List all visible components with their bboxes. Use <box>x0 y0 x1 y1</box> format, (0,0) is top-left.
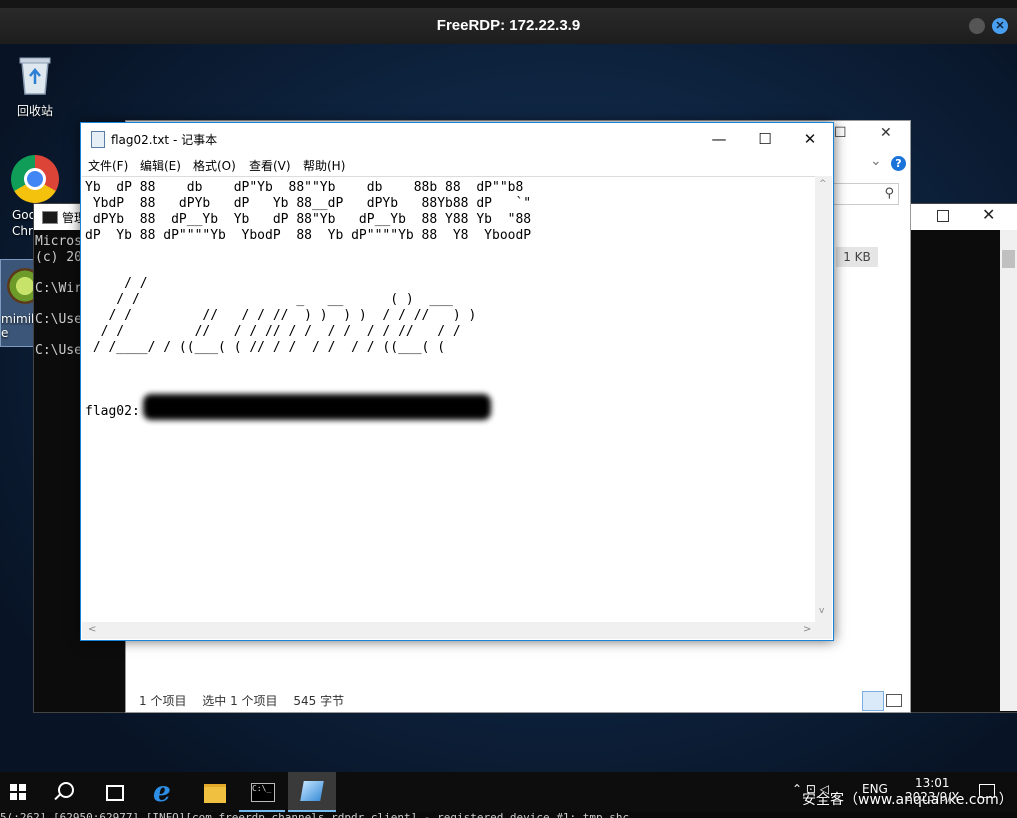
cmd-app-icon <box>42 211 58 224</box>
notepad-menubar: 文件(F) 编辑(E) 格式(O) 查看(V) 帮助(H) <box>81 154 833 176</box>
scroll-left-arrow-icon[interactable]: < <box>88 624 96 635</box>
notepad-titlebar[interactable]: flag02.txt - 记事本 — ☐ ✕ <box>81 123 833 154</box>
menu-format[interactable]: 格式(O) <box>193 157 236 174</box>
notepad-close-button[interactable]: ✕ <box>787 126 833 152</box>
notepad-window[interactable]: flag02.txt - 记事本 — ☐ ✕ 文件(F) 编辑(E) 格式(O)… <box>80 122 834 641</box>
recycle-bin-icon <box>19 57 51 95</box>
details-view-button[interactable] <box>862 691 884 711</box>
ribbon-expand-chevron-icon[interactable]: ⌄ <box>870 153 882 169</box>
cmd-maximize-button[interactable] <box>937 210 949 222</box>
redacted-flag-value <box>143 394 491 420</box>
explorer-search-input[interactable]: ⚲ <box>833 183 899 205</box>
freerdp-close-button[interactable]: ✕ <box>992 18 1008 34</box>
host-top-strip <box>0 0 1017 8</box>
explorer-close-button[interactable]: ✕ <box>880 125 892 141</box>
taskbar-search-icon[interactable] <box>58 782 74 798</box>
watermark-text: 安全客（www.anquanke.com） <box>802 792 1013 808</box>
menu-view[interactable]: 查看(V) <box>249 157 291 174</box>
freerdp-title: FreeRDP: 172.22.3.9 <box>436 17 581 34</box>
notepad-minimize-button[interactable]: — <box>696 126 742 152</box>
status-item-count: 1 个项目 <box>139 694 187 708</box>
freerdp-titlebar: FreeRDP: 172.22.3.9 ✕ <box>0 8 1017 44</box>
cmd-taskbar-icon: C:\_ <box>251 783 275 802</box>
notepad-maximize-button[interactable]: ☐ <box>742 126 788 152</box>
host-terminal-log: 5(:262] [62950:62977] [INFO][com.freerdp… <box>0 812 1017 818</box>
desktop-icon-recycle-bin[interactable]: 回收站 <box>2 52 68 119</box>
scroll-down-arrow-icon[interactable]: v <box>819 606 824 616</box>
notepad-taskbar-icon <box>300 781 324 801</box>
taskbar-notepad-button[interactable] <box>288 772 336 812</box>
file-size-cell: 1 KB <box>836 247 878 267</box>
cmd-close-button[interactable]: ✕ <box>982 205 995 224</box>
chrome-icon <box>11 155 59 203</box>
freerdp-minimize-button[interactable] <box>969 18 985 34</box>
explorer-status-bar: 1 个项目 选中 1 个项目 545 字节 <box>139 692 356 709</box>
menu-file[interactable]: 文件(F) <box>88 157 128 174</box>
cmd-console-text: Micros (c) 20 C:\Wir C:\Use C:\Use <box>35 234 82 358</box>
start-button[interactable] <box>0 772 48 812</box>
notepad-app-icon <box>91 131 105 148</box>
large-icons-view-button[interactable] <box>886 694 902 707</box>
scroll-right-arrow-icon[interactable]: > <box>803 624 811 635</box>
recycle-bin-label: 回收站 <box>16 104 53 118</box>
help-icon[interactable]: ? <box>891 156 906 171</box>
scroll-up-arrow-icon[interactable]: ^ <box>819 179 827 189</box>
notepad-content: Yb dP 88 db dP"Yb 88""Yb db 88b 88 dP""b… <box>85 180 532 419</box>
status-selected-count: 选中 1 个项目 <box>202 694 278 708</box>
clock-time: 13:01 <box>914 776 950 790</box>
notepad-vertical-scrollbar[interactable]: ^ v <box>815 176 832 622</box>
status-selected-bytes: 545 字节 <box>293 694 345 708</box>
notepad-size-grip[interactable] <box>815 622 832 639</box>
search-icon: ⚲ <box>884 186 894 201</box>
file-explorer-icon[interactable] <box>204 784 226 803</box>
desktop-background: FreeRDP: 172.22.3.9 ✕ 回收站 Goo Chro mimik… <box>0 0 1017 818</box>
windows-logo-icon <box>10 784 26 800</box>
cmd-scrollbar[interactable] <box>1000 230 1017 711</box>
menu-edit[interactable]: 编辑(E) <box>140 157 181 174</box>
menu-help[interactable]: 帮助(H) <box>303 157 345 174</box>
explorer-maximize-button[interactable]: ☐ <box>834 125 847 141</box>
desktop-icon-chrome[interactable]: Goo Chro <box>2 155 68 238</box>
notepad-title: flag02.txt - 记事本 <box>111 133 218 147</box>
cmd-scroll-thumb[interactable] <box>1002 250 1015 268</box>
taskbar-cmd-button[interactable]: C:\_ <box>239 772 285 812</box>
notepad-horizontal-scrollbar[interactable]: < > <box>82 622 815 639</box>
internet-explorer-icon[interactable]: e <box>153 778 171 806</box>
task-view-icon[interactable] <box>106 785 124 801</box>
